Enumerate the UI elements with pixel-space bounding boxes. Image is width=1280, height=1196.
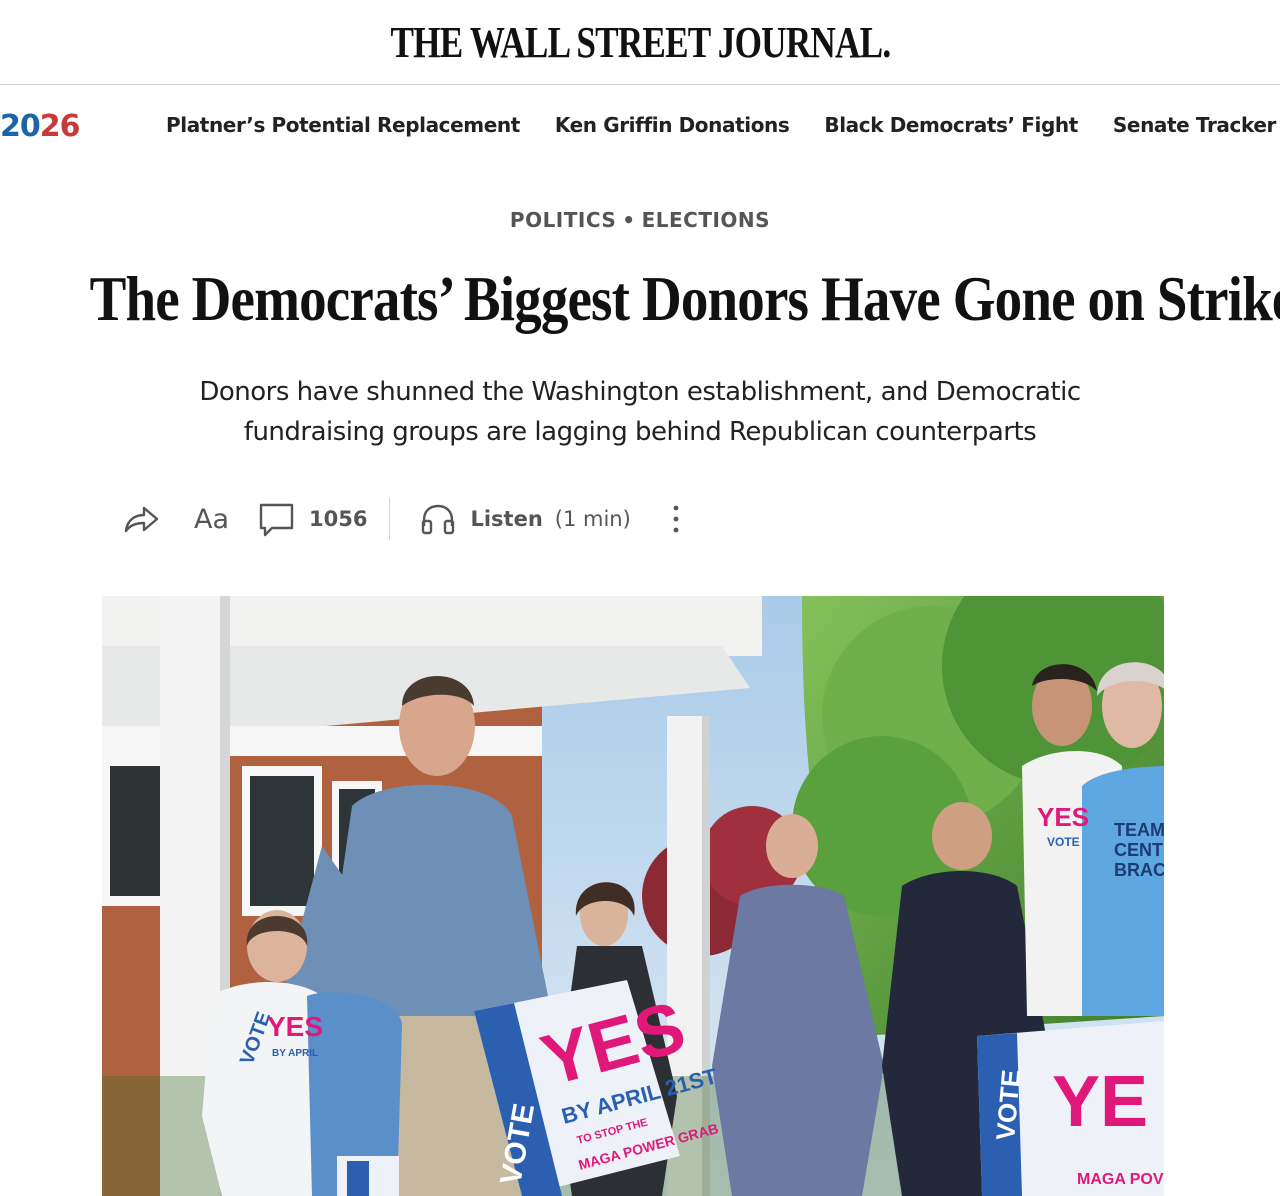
share-button[interactable] [122, 503, 160, 535]
share-icon [124, 506, 159, 533]
comments-button[interactable]: 1056 [259, 501, 367, 537]
election-nav: 2026 Platner’s Potential Replacement Ken… [0, 85, 1280, 169]
svg-text:YES: YES [1037, 802, 1089, 832]
headphones-icon [422, 504, 455, 535]
more-options-button[interactable] [671, 503, 681, 535]
svg-text:BRAC: BRAC [1114, 860, 1164, 880]
svg-text:VOTE: VOTE [990, 1068, 1026, 1141]
nav-link-senate-tracker[interactable]: Senate Tracker [1113, 113, 1276, 137]
article-headline: The Democrats’ Biggest Donors Have Gone … [89, 263, 1280, 334]
svg-text:TEAM: TEAM [1114, 820, 1164, 840]
yes-campaign-sign-right: VOTE YE MAGA POV [977, 1021, 1164, 1196]
comment-count: 1056 [309, 507, 368, 531]
kicker-separator: • [622, 208, 636, 232]
nav-links: Platner’s Potential Replacement Ken Grif… [166, 113, 1280, 137]
listen-label: Listen [470, 507, 543, 531]
comment-icon [259, 503, 294, 537]
nav-link-ken-griffin[interactable]: Ken Griffin Donations [555, 113, 790, 137]
svg-text:VOTE: VOTE [1047, 835, 1080, 849]
article-dek: Donors have shunned the Washington estab… [140, 372, 1140, 452]
small-sign-left [337, 1156, 399, 1196]
toolbar-divider [389, 498, 391, 540]
more-vertical-icon [673, 505, 679, 533]
election-2026-logo[interactable]: 2026 [0, 109, 80, 144]
svg-text:MAGA POV: MAGA POV [1077, 1171, 1164, 1188]
kicker-section-link[interactable]: POLITICS [510, 208, 616, 232]
dek-line: fundraising groups are lagging behind Re… [243, 417, 1037, 447]
masthead: THE WALL STREET JOURNAL. [0, 0, 1280, 85]
svg-text:BY APRIL: BY APRIL [272, 1048, 318, 1059]
svg-text:YES: YES [267, 1011, 323, 1042]
nav-link-platner[interactable]: Platner’s Potential Replacement [166, 113, 520, 137]
logo-digit: 2 [39, 109, 61, 144]
svg-text:YE: YE [1052, 1062, 1148, 1142]
wsj-logo[interactable]: THE WALL STREET JOURNAL. [390, 17, 891, 68]
kicker-subsection-link[interactable]: ELECTIONS [642, 208, 770, 232]
nav-link-black-democrats[interactable]: Black Democrats’ Fight [824, 113, 1078, 137]
svg-text:CENT: CENT [1114, 840, 1163, 860]
article-toolbar: Aa 1056 Listen (1 min) [122, 496, 681, 542]
photo-scene: VOTE YES BY APRIL YES VOTE TEAM CENT BRA… [102, 596, 1164, 1196]
font-size-button[interactable]: Aa [194, 504, 229, 535]
article-hero-photo[interactable]: VOTE YES BY APRIL YES VOTE TEAM CENT BRA… [102, 596, 1164, 1196]
logo-digit: 0 [19, 109, 41, 144]
logo-digit: 2 [0, 109, 21, 144]
listen-button[interactable]: Listen (1 min) [420, 502, 631, 536]
logo-digit: 6 [59, 109, 81, 144]
dek-line: Donors have shunned the Washington estab… [199, 377, 1081, 407]
article-kicker: POLITICS • ELECTIONS [0, 208, 1280, 232]
listen-duration: (1 min) [554, 507, 631, 531]
